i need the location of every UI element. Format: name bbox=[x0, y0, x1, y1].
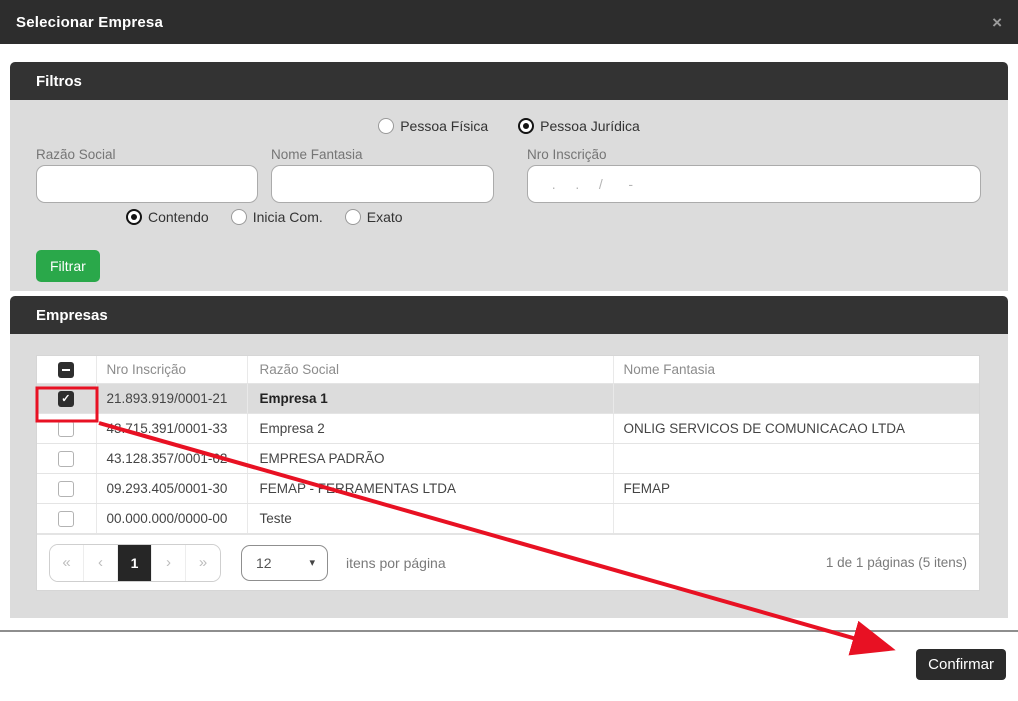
cell-nome-fantasia bbox=[613, 504, 979, 534]
pager-first-button[interactable]: « bbox=[50, 545, 84, 581]
row-checkbox[interactable] bbox=[58, 451, 74, 467]
confirmar-button[interactable]: Confirmar bbox=[916, 649, 1006, 680]
column-header-nome-fantasia: Nome Fantasia bbox=[613, 356, 979, 384]
cell-nro-inscricao: 00.000.000/0000-00 bbox=[96, 504, 247, 534]
radio-label: Pessoa Jurídica bbox=[540, 118, 640, 134]
nome-fantasia-field-group: Nome Fantasia bbox=[271, 147, 494, 203]
pager-page-1-button[interactable]: 1 bbox=[118, 545, 152, 581]
table-row[interactable]: 43.128.357/0001-62 EMPRESA PADRÃO bbox=[37, 444, 979, 474]
table-row[interactable]: 00.000.000/0000-00 Teste bbox=[37, 504, 979, 534]
radio-unselected-icon bbox=[378, 118, 394, 134]
table-header-row: Nro Inscrição Razão Social Nome Fantasia bbox=[37, 356, 979, 384]
modal-title: Selecionar Empresa bbox=[16, 14, 163, 31]
cell-nome-fantasia bbox=[613, 384, 979, 414]
nome-fantasia-input[interactable] bbox=[271, 165, 494, 203]
column-header-razao-social: Razão Social bbox=[247, 356, 613, 384]
filters-panel-header: Filtros bbox=[10, 62, 1008, 100]
razao-social-field-group: Razão Social Contendo Inicia Com. bbox=[36, 147, 258, 225]
page-size-dropdown[interactable]: 12 ▾ bbox=[241, 545, 328, 581]
razao-social-label: Razão Social bbox=[36, 147, 258, 162]
radio-unselected-icon bbox=[231, 209, 247, 225]
radio-label: Pessoa Física bbox=[400, 118, 488, 134]
caret-down-icon: ▾ bbox=[309, 556, 315, 569]
pager-summary: 1 de 1 páginas (5 itens) bbox=[826, 555, 967, 570]
radio-exato[interactable]: Exato bbox=[345, 209, 403, 225]
companies-panel-body: Nro Inscrição Razão Social Nome Fantasia… bbox=[10, 334, 1008, 618]
page-size-value: 12 bbox=[256, 555, 272, 571]
pager-nav-group: « ‹ 1 › » bbox=[49, 544, 221, 582]
filter-fields-row: Razão Social Contendo Inicia Com. bbox=[36, 147, 982, 225]
close-icon[interactable]: × bbox=[992, 14, 1002, 31]
items-per-page-label: itens por página bbox=[346, 555, 446, 571]
row-checkbox[interactable] bbox=[58, 421, 74, 437]
radio-pessoa-juridica[interactable]: Pessoa Jurídica bbox=[518, 118, 640, 134]
cell-nro-inscricao: 43.128.357/0001-62 bbox=[96, 444, 247, 474]
modal-titlebar: Selecionar Empresa × bbox=[0, 0, 1018, 44]
radio-label: Contendo bbox=[148, 209, 209, 225]
companies-panel: Empresas Nro Inscrição Razão Social Nome… bbox=[10, 296, 1008, 618]
cell-razao-social: EMPRESA PADRÃO bbox=[247, 444, 613, 474]
radio-label: Exato bbox=[367, 209, 403, 225]
table-row[interactable]: 43.715.391/0001-33 Empresa 2 ONLIG SERVI… bbox=[37, 414, 979, 444]
row-checkbox[interactable] bbox=[58, 481, 74, 497]
pager-next-button[interactable]: › bbox=[152, 545, 186, 581]
select-all-checkbox[interactable] bbox=[58, 362, 74, 378]
filters-panel: Filtros Pessoa Física Pessoa Jurídica Ra… bbox=[10, 62, 1008, 291]
filtrar-button[interactable]: Filtrar bbox=[36, 250, 100, 282]
companies-table: Nro Inscrição Razão Social Nome Fantasia… bbox=[37, 356, 979, 534]
footer: Confirmar bbox=[0, 632, 1018, 680]
radio-label: Inicia Com. bbox=[253, 209, 323, 225]
column-header-nro-inscricao: Nro Inscrição bbox=[96, 356, 247, 384]
radio-selected-icon bbox=[126, 209, 142, 225]
nro-inscricao-label: Nro Inscrição bbox=[527, 147, 982, 162]
razao-social-input[interactable] bbox=[36, 165, 258, 203]
modal-content: Filtros Pessoa Física Pessoa Jurídica Ra… bbox=[0, 44, 1018, 618]
nro-inscricao-input[interactable] bbox=[527, 165, 981, 203]
filters-panel-body: Pessoa Física Pessoa Jurídica Razão Soci… bbox=[10, 100, 1008, 291]
radio-unselected-icon bbox=[345, 209, 361, 225]
row-checkbox[interactable] bbox=[58, 511, 74, 527]
cell-nro-inscricao: 09.293.405/0001-30 bbox=[96, 474, 247, 504]
pager-last-button[interactable]: » bbox=[186, 545, 220, 581]
cell-razao-social: Empresa 1 bbox=[247, 384, 613, 414]
table-row[interactable]: 21.893.919/0001-21 Empresa 1 bbox=[37, 384, 979, 414]
pager-prev-button[interactable]: ‹ bbox=[84, 545, 118, 581]
cell-nome-fantasia: ONLIG SERVICOS DE COMUNICACAO LTDA bbox=[613, 414, 979, 444]
companies-panel-header: Empresas bbox=[10, 296, 1008, 334]
cell-razao-social: FEMAP - FERRAMENTAS LTDA bbox=[247, 474, 613, 504]
radio-pessoa-fisica[interactable]: Pessoa Física bbox=[378, 118, 488, 134]
companies-grid: Nro Inscrição Razão Social Nome Fantasia… bbox=[36, 355, 980, 591]
radio-selected-icon bbox=[518, 118, 534, 134]
cell-nome-fantasia: FEMAP bbox=[613, 474, 979, 504]
radio-contendo[interactable]: Contendo bbox=[126, 209, 209, 225]
cell-razao-social: Empresa 2 bbox=[247, 414, 613, 444]
row-checkbox-checked[interactable] bbox=[58, 391, 74, 407]
cell-nro-inscricao: 43.715.391/0001-33 bbox=[96, 414, 247, 444]
nro-inscricao-field-group: Nro Inscrição bbox=[527, 147, 982, 203]
pager: « ‹ 1 › » 12 ▾ itens por página 1 de 1 p… bbox=[37, 534, 979, 590]
person-type-radio-group: Pessoa Física Pessoa Jurídica bbox=[36, 118, 982, 134]
radio-inicia-com[interactable]: Inicia Com. bbox=[231, 209, 323, 225]
cell-nro-inscricao: 21.893.919/0001-21 bbox=[96, 384, 247, 414]
match-mode-radio-group: Contendo Inicia Com. Exato bbox=[126, 209, 258, 225]
cell-nome-fantasia bbox=[613, 444, 979, 474]
table-row[interactable]: 09.293.405/0001-30 FEMAP - FERRAMENTAS L… bbox=[37, 474, 979, 504]
cell-razao-social: Teste bbox=[247, 504, 613, 534]
nome-fantasia-label: Nome Fantasia bbox=[271, 147, 494, 162]
